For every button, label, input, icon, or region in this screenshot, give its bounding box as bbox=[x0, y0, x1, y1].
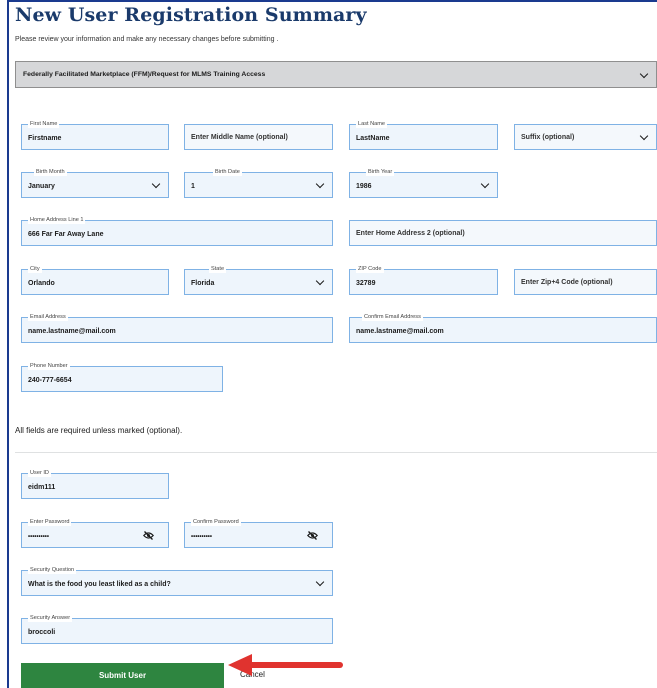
middle-name-placeholder: Enter Middle Name (optional) bbox=[191, 134, 288, 141]
page-subtitle: Please review your information and make … bbox=[15, 36, 279, 43]
state-value: Florida bbox=[191, 280, 215, 287]
submit-user-button[interactable]: Submit User bbox=[21, 663, 224, 688]
section-divider bbox=[15, 452, 657, 453]
zip-code-label: ZIP Code bbox=[356, 265, 384, 273]
zip4-placeholder: Enter Zip+4 Code (optional) bbox=[521, 279, 613, 286]
address-line1-label: Home Address Line 1 bbox=[28, 216, 86, 224]
phone-label: Phone Number bbox=[28, 362, 70, 370]
state-label: State bbox=[209, 265, 227, 273]
address-line2-placeholder: Enter Home Address 2 (optional) bbox=[356, 230, 465, 237]
security-answer-value: broccoli bbox=[28, 629, 56, 636]
chevron-down-icon bbox=[639, 69, 649, 79]
birth-date-label: Birth Date bbox=[213, 168, 242, 176]
address-line2-field[interactable]: Enter Home Address 2 (optional) bbox=[349, 220, 657, 246]
phone-value: 240-777-6654 bbox=[28, 377, 72, 384]
email-field[interactable]: Email Address name.lastname@mail.com bbox=[21, 313, 333, 343]
city-field[interactable]: City Orlando bbox=[21, 265, 169, 295]
suffix-placeholder: Suffix (optional) bbox=[521, 134, 575, 141]
access-type-value: Federally Facilitated Marketplace (FFM)/… bbox=[23, 71, 266, 78]
security-answer-field[interactable]: Security Answer broccoli bbox=[21, 614, 333, 644]
email-value: name.lastname@mail.com bbox=[28, 328, 116, 335]
address-line1-value: 666 Far Far Away Lane bbox=[28, 231, 104, 238]
middle-name-field[interactable]: Enter Middle Name (optional) bbox=[184, 124, 333, 150]
confirm-email-label: Confirm Email Address bbox=[362, 313, 423, 321]
user-id-value: eidm111 bbox=[28, 484, 56, 491]
email-label: Email Address bbox=[28, 313, 68, 321]
confirm-email-field[interactable]: Confirm Email Address name.lastname@mail… bbox=[349, 313, 657, 343]
security-question-value: What is the food you least liked as a ch… bbox=[28, 581, 171, 588]
last-name-label: Last Name bbox=[356, 120, 388, 128]
address-line1-field[interactable]: Home Address Line 1 666 Far Far Away Lan… bbox=[21, 216, 333, 246]
zip-code-value: 32789 bbox=[356, 280, 376, 287]
city-label: City bbox=[28, 265, 42, 273]
eye-slash-icon[interactable] bbox=[143, 531, 154, 540]
birth-year-value: 1986 bbox=[356, 183, 372, 190]
required-note: All fields are required unless marked (o… bbox=[15, 426, 183, 435]
birth-month-label: Birth Month bbox=[34, 168, 67, 176]
eye-slash-icon[interactable] bbox=[307, 531, 318, 540]
birth-month-value: January bbox=[28, 183, 55, 190]
confirm-email-value: name.lastname@mail.com bbox=[356, 328, 444, 335]
chevron-down-icon bbox=[480, 179, 490, 189]
chevron-down-icon bbox=[639, 131, 649, 141]
user-id-label: User ID bbox=[28, 469, 51, 477]
last-name-value: LastName bbox=[356, 135, 390, 142]
first-name-field[interactable]: First Name Firstname bbox=[21, 120, 169, 150]
suffix-select[interactable]: Suffix (optional) bbox=[514, 124, 657, 150]
first-name-value: Firstname bbox=[28, 135, 62, 142]
page-title: New User Registration Summary bbox=[15, 4, 367, 26]
zip4-field[interactable]: Enter Zip+4 Code (optional) bbox=[514, 269, 657, 295]
confirm-password-field[interactable]: Confirm Password •••••••••• bbox=[184, 518, 333, 548]
birth-month-select[interactable]: Birth Month January bbox=[21, 168, 169, 198]
red-arrow-icon bbox=[228, 654, 343, 676]
phone-field[interactable]: Phone Number 240-777-6654 bbox=[21, 362, 223, 392]
security-answer-label: Security Answer bbox=[28, 614, 73, 622]
birth-year-select[interactable]: Birth Year 1986 bbox=[349, 168, 498, 198]
chevron-down-icon bbox=[315, 179, 325, 189]
state-select[interactable]: State Florida bbox=[184, 265, 333, 295]
confirm-password-value: •••••••••• bbox=[191, 534, 213, 540]
security-question-label: Security Question bbox=[28, 566, 77, 574]
confirm-password-label: Confirm Password bbox=[191, 518, 241, 526]
first-name-label: First Name bbox=[28, 120, 60, 128]
chevron-down-icon bbox=[315, 577, 325, 587]
chevron-down-icon bbox=[151, 179, 161, 189]
password-value: •••••••••• bbox=[28, 534, 50, 540]
security-question-select[interactable]: Security Question What is the food you l… bbox=[21, 566, 333, 596]
last-name-field[interactable]: Last Name LastName bbox=[349, 120, 498, 150]
birth-date-value: 1 bbox=[191, 183, 195, 190]
birth-year-label: Birth Year bbox=[366, 168, 395, 176]
password-label: Enter Password bbox=[28, 518, 72, 526]
birth-date-select[interactable]: Birth Date 1 bbox=[184, 168, 333, 198]
user-id-field[interactable]: User ID eidm111 bbox=[21, 469, 169, 499]
city-value: Orlando bbox=[28, 280, 55, 287]
zip-code-field[interactable]: ZIP Code 32789 bbox=[349, 265, 498, 295]
password-field[interactable]: Enter Password •••••••••• bbox=[21, 518, 169, 548]
access-type-select[interactable]: Federally Facilitated Marketplace (FFM)/… bbox=[15, 61, 657, 88]
chevron-down-icon bbox=[315, 276, 325, 286]
